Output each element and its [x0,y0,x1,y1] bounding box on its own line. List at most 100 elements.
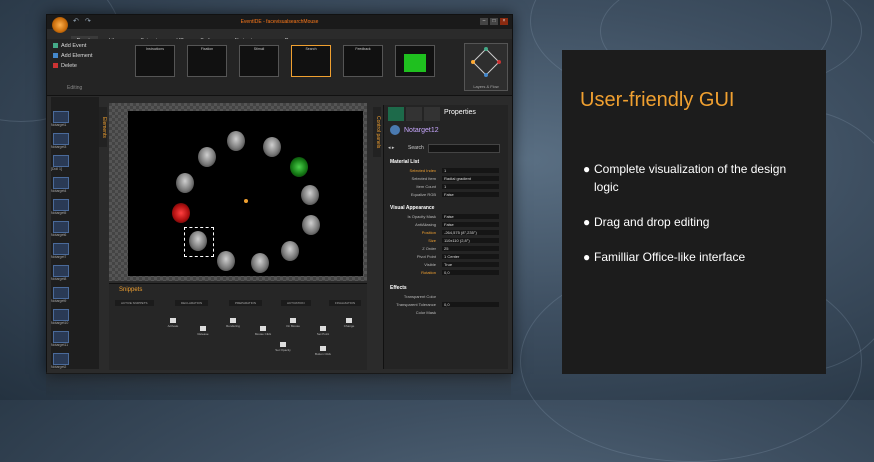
ribbon-tabs: Events Library Snippets HQ Surface Abstr… [71,29,300,46]
snippet-category[interactable]: PREPARATION [229,300,263,306]
tab-palette[interactable] [424,107,440,121]
maximize-button[interactable]: □ [490,18,498,25]
property-row[interactable]: Pivot Point 1 Center [390,254,499,261]
snippet-category[interactable]: DECLARATION [175,300,209,306]
face-stimulus[interactable] [217,251,235,271]
app-logo-icon[interactable] [52,17,68,33]
face-stimulus[interactable] [198,147,216,167]
list-item[interactable] [53,353,69,365]
green-stimulus [404,54,426,72]
property-row[interactable]: Z Order 25 [390,246,499,253]
stimulus-stage[interactable] [128,111,363,276]
tab-control-panels[interactable]: Control panels [373,107,381,157]
list-item[interactable] [53,155,69,167]
property-row[interactable]: Transparent Color [390,294,498,301]
property-nav-icons[interactable]: ◂ ▸ [388,145,394,151]
close-button[interactable]: × [500,18,508,25]
face-stimulus[interactable] [251,253,269,273]
list-item[interactable] [53,287,69,299]
add-element-button[interactable]: Add Element [53,53,93,59]
property-row[interactable]: Visible True [390,262,499,269]
window-reflection [46,372,511,400]
feature-panel: User-friendly GUI ● Complete visualizatio… [562,50,826,374]
minimize-button[interactable]: – [480,18,488,25]
layers-flow-icon [471,47,501,77]
snippet-category[interactable]: ACTIVE SNIPPETS [115,300,154,306]
face-stimulus[interactable] [227,131,245,151]
property-row[interactable]: Equalize RGB False [390,192,499,199]
property-row[interactable]: Selected Index 1 [390,168,499,175]
list-item[interactable] [53,243,69,255]
list-item[interactable] [53,265,69,277]
property-row[interactable]: Transparent Tolerance 0,0 [390,302,499,309]
element-icon [390,125,400,135]
snippet-item[interactable]: Set Point [313,326,333,336]
event-thumbnail[interactable]: Fixation [187,45,227,77]
visual-appearance-section[interactable]: Visual Appearance [390,205,434,211]
target-face-green[interactable] [290,157,308,177]
feature-item: ● Complete visualization of the design lo… [583,162,787,194]
redo-icon[interactable]: ↷ [85,17,91,25]
property-row[interactable]: Rotation 0,0 [390,270,499,277]
snippet-item[interactable]: Set Opacity [273,342,293,352]
add-element-icon [53,53,58,59]
tab-connections[interactable] [406,107,422,121]
search-input[interactable] [428,144,500,153]
snippet-item[interactable]: Change [339,318,359,328]
property-row[interactable]: Selected Item Radial gradient [390,176,499,183]
list-item[interactable] [53,331,69,343]
delete-button[interactable]: Delete [53,63,77,69]
add-event-icon [53,43,58,49]
undo-icon[interactable]: ↶ [73,17,79,25]
snippet-item[interactable]: On Mouse [283,318,303,328]
list-item[interactable] [53,111,69,123]
face-stimulus[interactable] [281,241,299,261]
snippet-category[interactable]: ACTIVATION [281,300,311,306]
property-row[interactable]: Is Opacity Mask False [390,214,499,221]
event-thumbnail[interactable]: Search [291,45,331,77]
list-item[interactable] [53,309,69,321]
feature-title: User-friendly GUI [580,89,735,111]
tab-element-properties[interactable] [388,107,404,121]
event-thumbnail[interactable] [395,45,435,77]
snippet-category[interactable]: FINALIZATION [329,300,362,306]
selection-box[interactable] [184,227,214,257]
property-row[interactable]: Size 110x110 (2,8°) [390,238,499,245]
editing-group-label: Editing [67,85,83,91]
snippets-panel: Snippets ACTIVE SNIPPETS DECLARATION PRE… [109,283,367,370]
list-item[interactable] [53,133,69,145]
property-row[interactable]: Color Mask [390,310,498,317]
snippet-item[interactable]: Mouse Click [253,326,273,336]
snippet-item[interactable]: Release [193,326,213,336]
snippet-item[interactable]: Rendering [223,318,243,328]
list-item[interactable] [53,199,69,211]
event-thumbnail[interactable]: Feedback [343,45,383,77]
bullet-icon: ● [583,250,591,264]
event-thumbnail[interactable]: Stimuli [239,45,279,77]
feature-item: ● Familliar Office-like interface [583,250,746,264]
snippet-item[interactable]: Button Click [313,346,333,356]
material-list-section[interactable]: Material List [390,159,419,165]
face-stimulus[interactable] [176,173,194,193]
fixation-point [244,199,248,203]
selected-element-name: Notarget12 [404,127,439,134]
ribbon: Add Event Add Element Delete Editing Ins… [47,39,512,96]
target-face-red[interactable] [172,203,190,223]
layers-flow-button[interactable]: Layers & Flow [464,43,508,91]
list-item[interactable] [53,177,69,189]
snippet-item[interactable]: Activate [163,318,183,328]
properties-header: Properties [444,109,476,116]
face-stimulus[interactable] [263,137,281,157]
properties-panel: Properties Notarget12 ◂ ▸ Search Materia… [383,105,508,369]
effects-section[interactable]: Effects [390,285,407,291]
property-row[interactable]: Position -264,575 (8°,235°) [390,230,499,237]
face-stimulus[interactable] [301,185,319,205]
face-stimulus[interactable] [302,215,320,235]
add-event-button[interactable]: Add Event [53,43,86,49]
tab-elements[interactable]: Elements [99,107,107,147]
event-thumbnail[interactable]: Instructions [135,45,175,77]
list-item[interactable] [53,221,69,233]
bullet-icon: ● [583,162,591,176]
property-row[interactable]: Item Count 1 [390,184,499,191]
property-row[interactable]: AntiAliasing False [390,222,499,229]
